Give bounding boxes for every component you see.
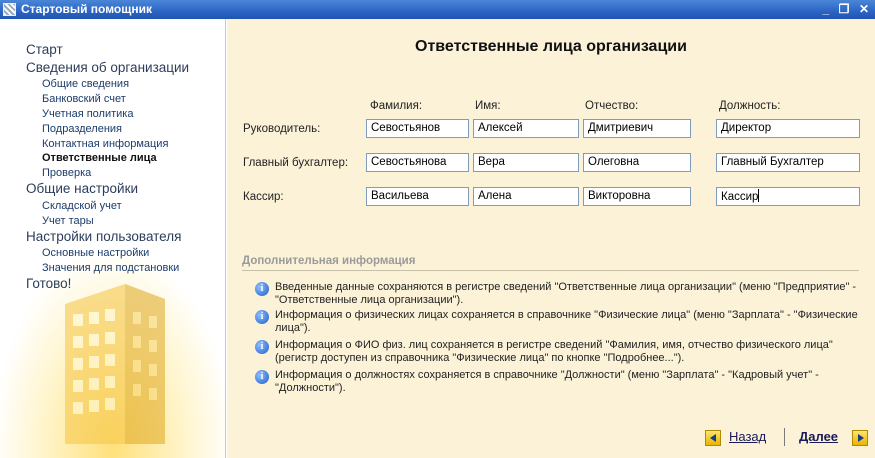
next-arrow-icon[interactable] <box>852 430 868 446</box>
window-title: Стартовый помощник <box>21 2 152 16</box>
app-icon <box>3 3 16 16</box>
restore-button[interactable]: ❐ <box>836 1 852 17</box>
accountant-position-field[interactable]: Главный Бухгалтер <box>716 153 860 172</box>
director-surname-field[interactable]: Севостьянов <box>366 119 469 138</box>
sidebar: Старт Сведения об организации Общие свед… <box>0 19 226 458</box>
sidebar-item-accounting-policy[interactable]: Учетная политика <box>42 108 133 120</box>
sidebar-item-user-settings[interactable]: Настройки пользователя <box>26 229 181 244</box>
sidebar-item-general-settings[interactable]: Общие настройки <box>26 181 138 196</box>
sidebar-item-done[interactable]: Готово! <box>26 276 71 291</box>
sidebar-item-bank-account[interactable]: Банковский счет <box>42 93 126 105</box>
sidebar-item-default-values[interactable]: Значения для подстановки <box>42 262 179 274</box>
nav-separator <box>784 428 785 446</box>
info-text: Введенные данные сохраняются в регистре … <box>275 281 857 306</box>
info-text: Информация о ФИО физ. лиц сохраняется в … <box>275 339 833 364</box>
back-button[interactable]: Назад <box>729 429 766 444</box>
info-heading: Дополнительная информация <box>242 255 416 267</box>
sidebar-item-contact-info[interactable]: Контактная информация <box>42 138 168 150</box>
accountant-patronymic-field[interactable]: Олеговна <box>583 153 691 172</box>
row-label-cashier: Кассир: <box>243 191 284 203</box>
director-name-field[interactable]: Алексей <box>473 119 579 138</box>
accountant-surname-field[interactable]: Севостьянова <box>366 153 469 172</box>
info-icon: i <box>255 340 269 354</box>
building-icon <box>65 284 165 444</box>
column-header-position: Должность: <box>719 100 781 112</box>
cashier-position-field[interactable]: Кассир <box>716 187 860 206</box>
sidebar-item-main-settings[interactable]: Основные настройки <box>42 247 149 259</box>
sidebar-item-responsible-persons[interactable]: Ответственные лица <box>42 152 157 164</box>
cashier-patronymic-field[interactable]: Викторовна <box>583 187 691 206</box>
accountant-name-field[interactable]: Вера <box>473 153 579 172</box>
cashier-name-field[interactable]: Алена <box>473 187 579 206</box>
info-icon: i <box>255 310 269 324</box>
window-titlebar: Стартовый помощник _ ❐ ✕ <box>0 0 875 19</box>
row-label-director: Руководитель: <box>243 123 321 135</box>
info-text: Информация о физических лицах сохраняетс… <box>275 309 858 334</box>
sidebar-item-check[interactable]: Проверка <box>42 167 91 179</box>
director-patronymic-field[interactable]: Дмитриевич <box>583 119 691 138</box>
column-header-surname: Фамилия: <box>370 100 423 112</box>
sidebar-item-start[interactable]: Старт <box>26 42 63 57</box>
back-arrow-icon[interactable] <box>705 430 721 446</box>
sidebar-item-warehouse[interactable]: Складской учет <box>42 200 122 212</box>
info-text: Информация о должностях сохраняется в сп… <box>275 369 819 394</box>
row-label-chief-accountant: Главный бухгалтер: <box>243 157 349 169</box>
minimize-button[interactable]: _ <box>818 1 834 17</box>
cashier-position-value: Кассир <box>721 191 759 203</box>
close-button[interactable]: ✕ <box>856 1 872 17</box>
cashier-surname-field[interactable]: Васильева <box>366 187 469 206</box>
column-header-name: Имя: <box>475 100 501 112</box>
text-caret <box>758 189 760 202</box>
info-icon: i <box>255 370 269 384</box>
info-icon: i <box>255 282 269 296</box>
main-panel: Ответственные лица организации Фамилия: … <box>227 19 875 458</box>
sidebar-item-organization[interactable]: Сведения об организации <box>26 60 189 75</box>
sidebar-item-containers[interactable]: Учет тары <box>42 215 94 227</box>
sidebar-item-general-info[interactable]: Общие сведения <box>42 78 129 90</box>
director-position-field[interactable]: Директор <box>716 119 860 138</box>
sidebar-item-departments[interactable]: Подразделения <box>42 123 122 135</box>
page-title: Ответственные лица организации <box>415 38 687 55</box>
info-divider <box>242 270 859 271</box>
next-button[interactable]: Далее <box>799 429 838 444</box>
column-header-patronymic: Отчество: <box>585 100 639 112</box>
